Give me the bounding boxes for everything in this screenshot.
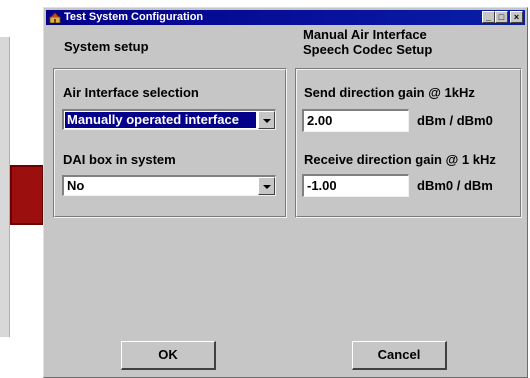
air-interface-select[interactable]: Manually operated interface bbox=[62, 109, 276, 130]
close-icon: × bbox=[513, 12, 520, 22]
chevron-down-icon bbox=[263, 185, 271, 189]
heading-line-1: Manual Air Interface bbox=[303, 27, 427, 42]
air-interface-value: Manually operated interface bbox=[65, 112, 256, 128]
background-side-strip bbox=[0, 37, 10, 337]
air-interface-label: Air Interface selection bbox=[63, 85, 199, 100]
send-gain-unit: dBm / dBm0 bbox=[417, 113, 493, 128]
background-red-tab bbox=[10, 165, 44, 225]
dai-box-label: DAI box in system bbox=[63, 152, 176, 167]
app-icon bbox=[49, 12, 61, 23]
send-gain-input[interactable]: 2.00 bbox=[302, 109, 409, 132]
manual-air-interface-heading: Manual Air Interface Speech Codec Setup bbox=[303, 27, 432, 57]
chevron-down-icon bbox=[263, 119, 271, 123]
maximize-button[interactable]: □ bbox=[495, 11, 508, 23]
minimize-icon: _ bbox=[485, 12, 491, 22]
maximize-icon: □ bbox=[498, 12, 505, 22]
title-bar[interactable]: Test System Configuration _ □ × bbox=[46, 10, 525, 25]
system-setup-heading: System setup bbox=[64, 39, 149, 54]
close-button[interactable]: × bbox=[510, 11, 523, 23]
cancel-button[interactable]: Cancel bbox=[352, 341, 447, 370]
receive-gain-input[interactable]: -1.00 bbox=[302, 174, 409, 197]
window-title: Test System Configuration bbox=[64, 11, 204, 23]
minimize-button[interactable]: _ bbox=[482, 11, 495, 23]
receive-gain-label: Receive direction gain @ 1 kHz bbox=[304, 152, 496, 167]
config-dialog: Test System Configuration _ □ × System s… bbox=[43, 7, 528, 378]
send-gain-label: Send direction gain @ 1kHz bbox=[304, 85, 475, 100]
dai-box-dropdown-button[interactable] bbox=[258, 177, 275, 195]
air-interface-dropdown-button[interactable] bbox=[258, 111, 275, 129]
ok-button[interactable]: OK bbox=[121, 341, 216, 370]
receive-gain-unit: dBm0 / dBm bbox=[417, 178, 493, 193]
dai-box-value: No bbox=[67, 178, 85, 193]
dai-box-select[interactable]: No bbox=[62, 175, 276, 196]
heading-line-2: Speech Codec Setup bbox=[303, 42, 433, 57]
